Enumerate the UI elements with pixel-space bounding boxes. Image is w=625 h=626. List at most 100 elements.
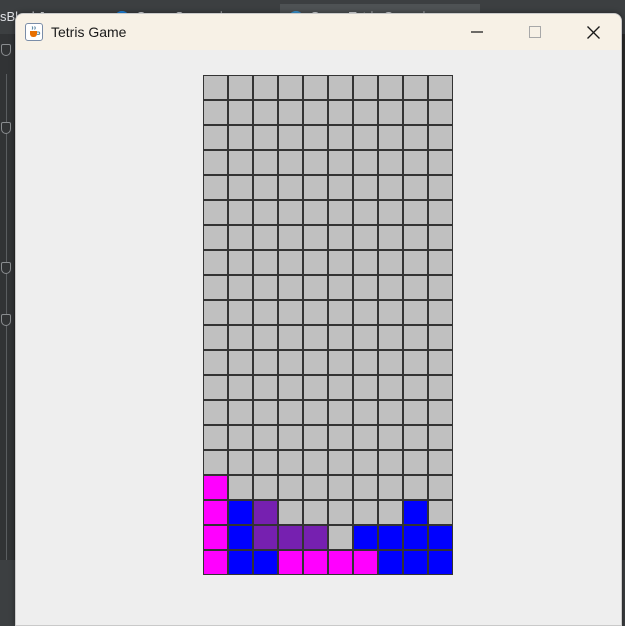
board-cell-empty [253, 225, 278, 250]
board-cell-empty [328, 150, 353, 175]
board-cell-empty [378, 175, 403, 200]
board-cell-empty [328, 75, 353, 100]
board-cell-empty [278, 100, 303, 125]
board-cell-filled [203, 550, 228, 575]
board-cell-empty [378, 350, 403, 375]
fold-marker-icon[interactable] [1, 44, 11, 56]
gutter-line [6, 74, 7, 594]
board-cell-empty [353, 475, 378, 500]
board-cell-empty [403, 150, 428, 175]
board-cell-empty [228, 225, 253, 250]
board-cell-empty [253, 250, 278, 275]
board-cell-empty [228, 300, 253, 325]
board-cell-empty [303, 500, 328, 525]
board-cell-empty [428, 250, 453, 275]
board-cell-empty [303, 250, 328, 275]
board-cell-empty [303, 225, 328, 250]
close-icon [586, 25, 600, 39]
board-cell-empty [303, 200, 328, 225]
board-cell-empty [303, 400, 328, 425]
title-bar[interactable]: Tetris Game [16, 14, 621, 50]
board-cell-empty [378, 450, 403, 475]
board-cell-empty [353, 400, 378, 425]
board-cell-empty [378, 200, 403, 225]
fold-marker-icon[interactable] [1, 122, 11, 134]
maximize-button[interactable] [506, 14, 564, 50]
board-cell-empty [378, 150, 403, 175]
board-cell-filled [278, 550, 303, 575]
board-cell-empty [278, 450, 303, 475]
board-cell-empty [428, 350, 453, 375]
minimize-button[interactable] [448, 14, 506, 50]
board-cell-empty [428, 100, 453, 125]
board-cell-empty [203, 325, 228, 350]
board-cell-empty [353, 450, 378, 475]
board-cell-empty [428, 400, 453, 425]
board-cell-empty [278, 75, 303, 100]
board-cell-empty [203, 200, 228, 225]
board-cell-empty [278, 275, 303, 300]
board-cell-empty [228, 425, 253, 450]
close-button[interactable] [564, 14, 621, 50]
board-cell-empty [203, 275, 228, 300]
board-cell-empty [203, 225, 228, 250]
board-cell-empty [353, 275, 378, 300]
tetris-board[interactable] [203, 75, 453, 575]
board-cell-empty [353, 500, 378, 525]
board-cell-empty [203, 125, 228, 150]
board-cell-empty [278, 300, 303, 325]
board-cell-empty [403, 300, 428, 325]
board-cell-empty [303, 275, 328, 300]
board-cell-empty [203, 375, 228, 400]
board-cell-empty [203, 300, 228, 325]
board-cell-empty [253, 350, 278, 375]
board-cell-empty [303, 450, 328, 475]
java-cup-icon[interactable] [25, 23, 43, 41]
fold-marker-icon[interactable] [1, 314, 11, 326]
board-cell-empty [203, 75, 228, 100]
board-cell-empty [378, 300, 403, 325]
board-cell-empty [403, 375, 428, 400]
board-cell-empty [378, 275, 403, 300]
board-cell-empty [203, 100, 228, 125]
board-cell-empty [303, 150, 328, 175]
board-cell-empty [428, 200, 453, 225]
board-cell-empty [403, 75, 428, 100]
board-cell-empty [378, 500, 403, 525]
board-cell-empty [328, 325, 353, 350]
board-cell-filled [303, 550, 328, 575]
board-cell-empty [328, 450, 353, 475]
board-cell-empty [353, 150, 378, 175]
board-cell-empty [353, 375, 378, 400]
fold-marker-icon[interactable] [1, 262, 11, 274]
board-cell-empty [253, 325, 278, 350]
board-cell-empty [303, 350, 328, 375]
board-cell-empty [353, 125, 378, 150]
board-cell-empty [328, 500, 353, 525]
board-cell-empty [303, 375, 328, 400]
board-cell-empty [228, 175, 253, 200]
board-cell-empty [428, 300, 453, 325]
board-cell-empty [328, 375, 353, 400]
board-cell-empty [403, 350, 428, 375]
board-cell-empty [428, 425, 453, 450]
board-cell-empty [428, 500, 453, 525]
board-cell-empty [278, 325, 303, 350]
board-cell-empty [428, 75, 453, 100]
board-cell-empty [328, 300, 353, 325]
board-cell-empty [428, 450, 453, 475]
board-cell-empty [303, 75, 328, 100]
board-cell-empty [428, 175, 453, 200]
board-cell-empty [378, 325, 403, 350]
board-cell-empty [328, 400, 353, 425]
board-cell-empty [228, 475, 253, 500]
board-cell-empty [403, 125, 428, 150]
board-cell-empty [253, 375, 278, 400]
board-cell-empty [328, 200, 353, 225]
board-cell-empty [378, 425, 403, 450]
board-cell-empty [328, 250, 353, 275]
board-cell-empty [378, 250, 403, 275]
board-cell-empty [428, 225, 453, 250]
board-cell-empty [328, 225, 353, 250]
board-cell-empty [353, 75, 378, 100]
